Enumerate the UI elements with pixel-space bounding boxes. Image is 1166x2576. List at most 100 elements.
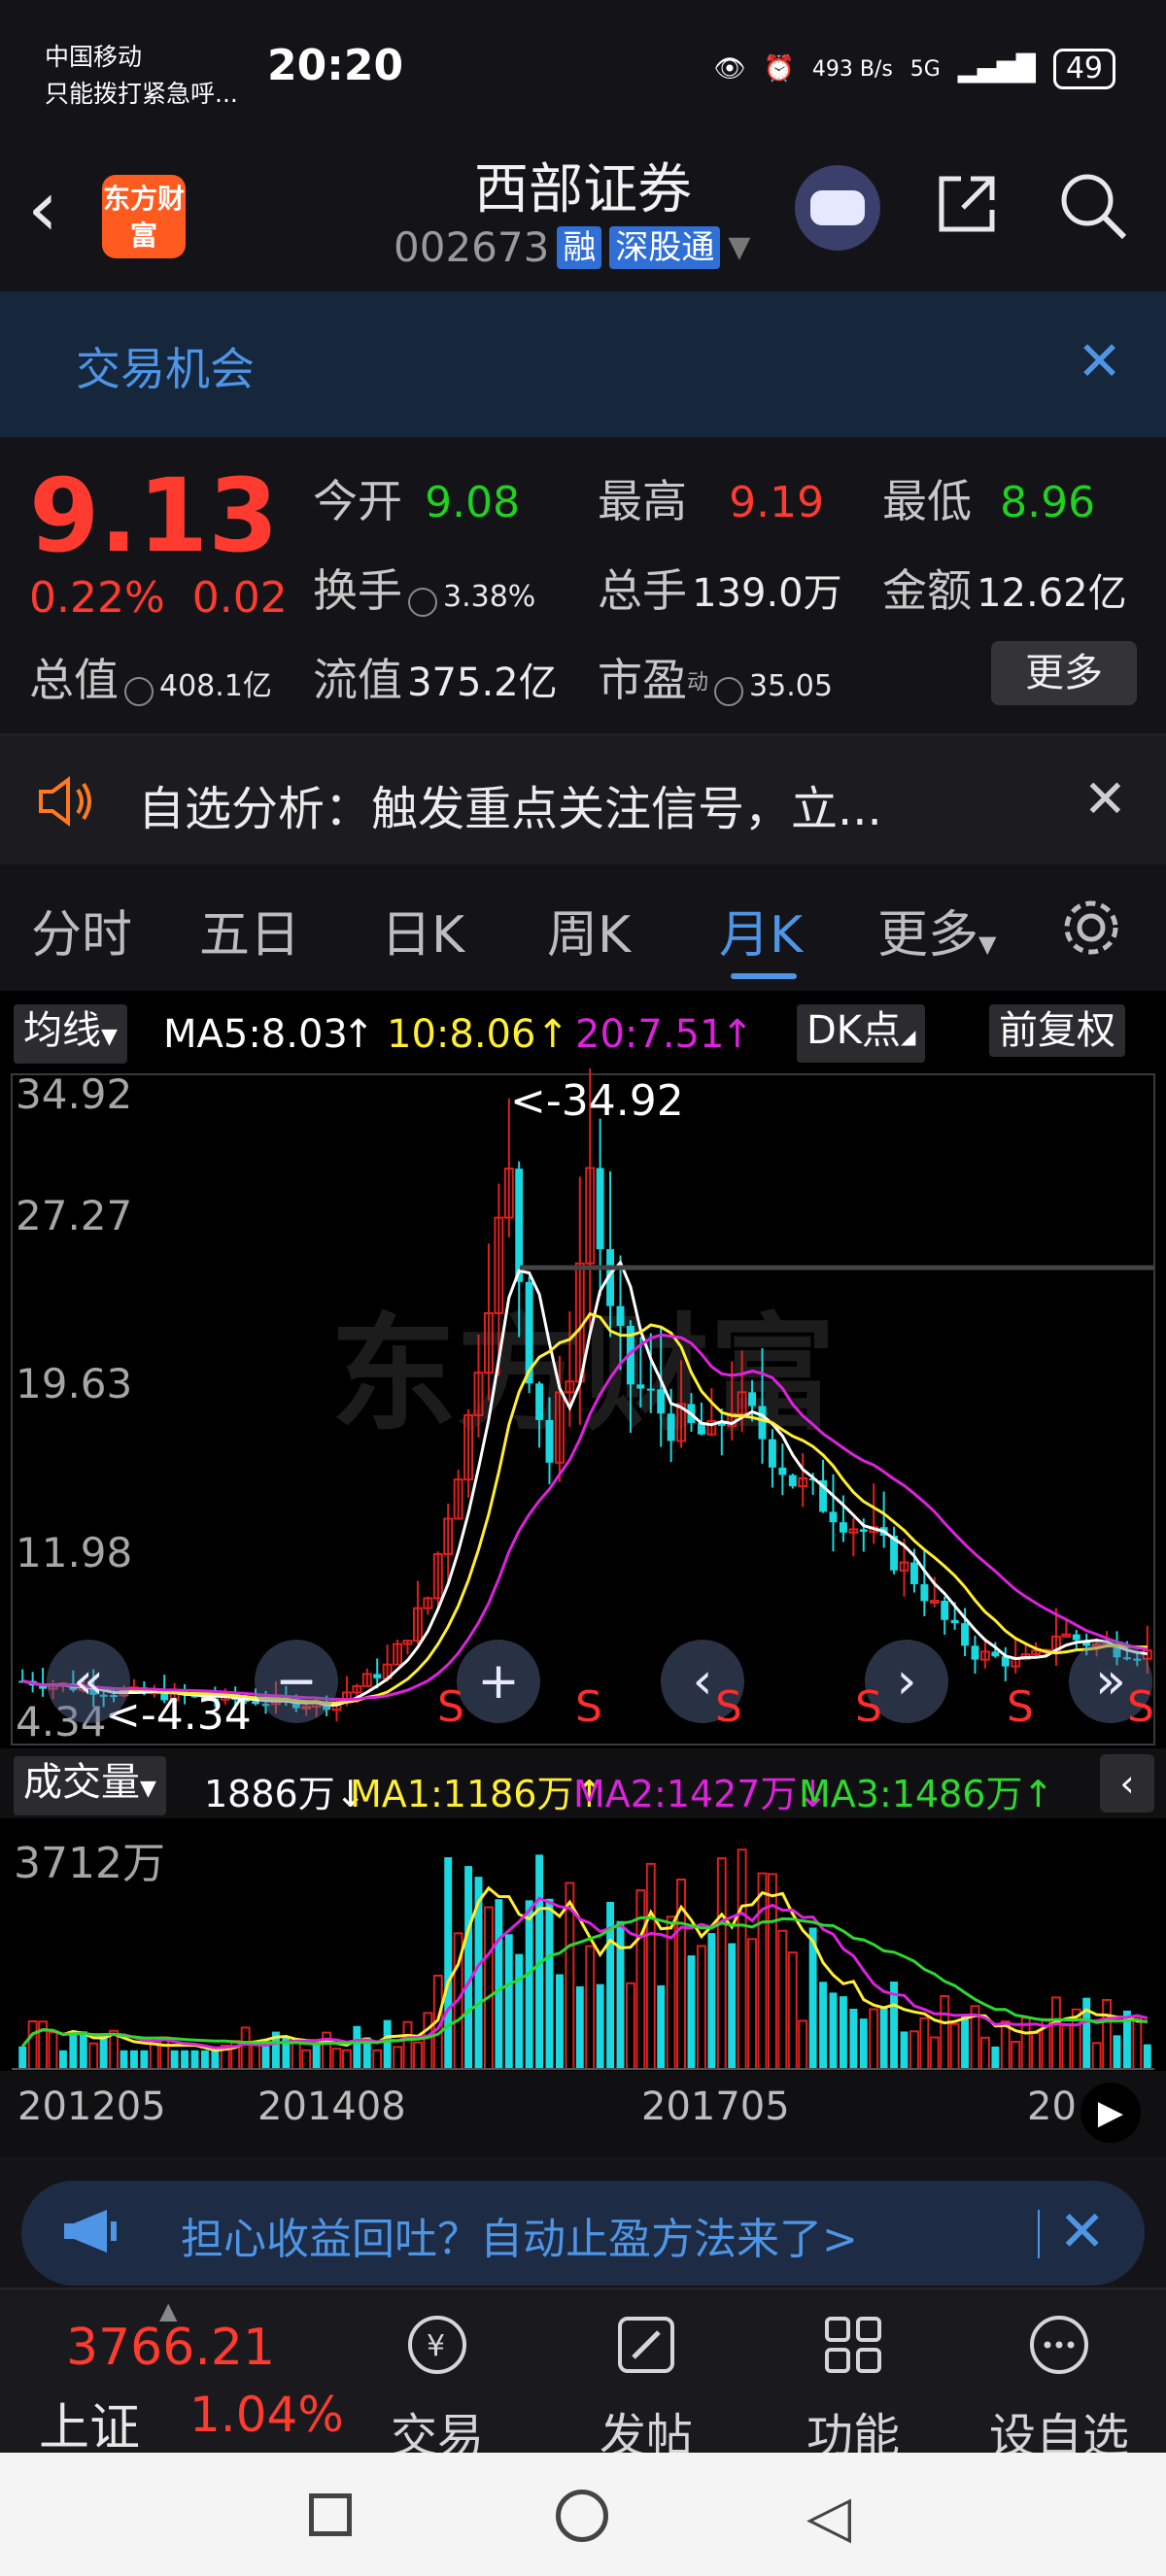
volume-bar — [301, 2049, 312, 2071]
volume-bar — [240, 2026, 251, 2070]
volume-bar — [383, 2019, 392, 2069]
index-value[interactable]: 3766.21 — [66, 2319, 275, 2377]
collapse-left-icon[interactable]: ‹ — [1100, 1754, 1154, 1813]
net-speed: 493 B/s — [811, 56, 893, 82]
volume-bar — [798, 2019, 808, 2071]
volume-bar — [879, 2006, 888, 2069]
volume-bar — [58, 2050, 67, 2069]
volume-bar — [979, 2036, 990, 2070]
volume-dropdown[interactable]: 成交量▼ — [14, 1756, 166, 1815]
volume-bar — [423, 2012, 433, 2070]
analysis-alert[interactable]: 自选分析：触发重点关注信号，立... ✕ — [0, 733, 1166, 866]
nav-add-watchlist[interactable]: 设自选 — [962, 2311, 1156, 2465]
volume-bar — [200, 2050, 209, 2069]
signal-mark: S — [1007, 1682, 1034, 1732]
volume-bar — [616, 1920, 625, 2069]
volume-bar — [575, 1985, 584, 2069]
vol-ma3: MA3:1486万↑ — [799, 1773, 1054, 1815]
alert-text: 自选分析：触发重点关注信号，立... — [138, 782, 882, 836]
candle-body — [616, 1305, 625, 1326]
zoom-out-icon[interactable]: − — [255, 1640, 338, 1723]
back-icon[interactable]: ◁ — [806, 2488, 851, 2546]
signal-mark: S — [575, 1682, 602, 1732]
price-change: 0.22% 0.02 — [29, 573, 288, 623]
ma-type-dropdown[interactable]: 均线▼ — [14, 1004, 127, 1064]
zoom-in-icon[interactable]: + — [457, 1640, 540, 1723]
emergency-text: 只能拨打紧急呼... — [45, 80, 238, 108]
volume-bar — [657, 1984, 666, 2069]
open-label: 今开 — [313, 475, 402, 527]
volume-bar — [909, 2030, 919, 2070]
volume-bar — [1143, 2044, 1151, 2069]
carrier-name: 中国移动 — [45, 43, 143, 71]
fast-rewind-icon[interactable]: « — [47, 1640, 130, 1723]
pe-sup: 动 — [687, 670, 709, 695]
ma20-value: 20:7.51 — [575, 1012, 725, 1057]
current-price: 9.13 — [29, 457, 279, 575]
kline-chart-area[interactable]: 均线▼ MA5:8.03 ↑ 10:8.06 ↑ 20:7.51 ↑ DK点◢ … — [0, 991, 1166, 2156]
pe-value: 35.05 — [749, 669, 833, 703]
high-value: 9.19 — [729, 478, 825, 527]
nav-functions[interactable]: 功能 — [756, 2311, 950, 2465]
settings-gear-icon[interactable] — [1057, 894, 1125, 966]
quote-panel: 9.13 0.22% 0.02 今开 9.08 最高 9.19 最低 8.96 … — [0, 437, 1166, 733]
candlestick-chart[interactable]: 东方财富 <-34.92 <-4.34 — [0, 1068, 1166, 1748]
dk-point-dropdown[interactable]: DK点◢ — [797, 1004, 926, 1063]
high-label: 最高 — [598, 475, 687, 527]
close-icon[interactable]: ✕ — [1077, 330, 1122, 393]
assistant-avatar[interactable] — [795, 165, 880, 251]
volume-bar — [949, 2022, 960, 2070]
pe-field[interactable]: 市盈动 35.05 — [598, 645, 833, 709]
volume-bar — [940, 1994, 950, 2070]
search-icon[interactable] — [1054, 169, 1132, 247]
volume-bar — [504, 1934, 513, 2069]
volume-bar — [120, 2050, 128, 2069]
nav-trade[interactable]: ¥ 交易 — [340, 2311, 534, 2465]
trade-icon: ¥ — [340, 2311, 534, 2397]
total-value: 408.1亿 — [159, 669, 272, 703]
total-value-field[interactable]: 总值 408.1亿 — [29, 645, 272, 709]
adjust-button[interactable]: 前复权 — [989, 1004, 1125, 1057]
stock-code-row[interactable]: 002673 融 深股通 ▼ — [394, 223, 750, 271]
ma-legend-row: 均线▼ MA5:8.03 ↑ 10:8.06 ↑ 20:7.51 ↑ DK点◢ … — [0, 999, 1166, 1064]
chevron-down-icon: ▼ — [978, 931, 997, 958]
turnover-value: 3.38% — [443, 580, 536, 614]
volume-bar — [129, 2050, 138, 2069]
svg-text:¥: ¥ — [427, 2329, 445, 2363]
candle-body — [920, 1583, 929, 1602]
nav-post[interactable]: 发帖 — [549, 2311, 743, 2465]
volume-bar — [839, 1996, 847, 2069]
y-tick-2: 27.27 — [16, 1192, 133, 1239]
x-tick-1: 201205 — [17, 2085, 166, 2129]
tab-monthly[interactable]: 月K — [719, 894, 803, 966]
candle-body — [991, 1651, 1000, 1657]
tab-intraday[interactable]: 分时 — [31, 894, 132, 966]
volume-bar — [88, 2042, 99, 2071]
tab-daily[interactable]: 日K — [381, 894, 464, 966]
tab-5day[interactable]: 五日 — [199, 894, 300, 966]
close-icon[interactable]: ✕ — [1083, 768, 1127, 830]
info-icon — [408, 587, 437, 617]
recent-apps-icon[interactable] — [309, 2493, 352, 2536]
home-icon[interactable] — [556, 2490, 608, 2542]
more-dots-icon — [962, 2311, 1156, 2397]
volume-bar — [483, 1906, 494, 2070]
turnover-field[interactable]: 换手 3.38% — [313, 556, 535, 620]
play-forward-icon[interactable]: ▶ — [1080, 2083, 1141, 2143]
volume-bar — [1113, 2035, 1121, 2069]
index-pct[interactable]: 1.04% — [189, 2387, 344, 2443]
volume-bar — [353, 2025, 361, 2069]
tab-more[interactable]: 更多▼ — [877, 894, 996, 966]
volume-chart[interactable] — [0, 1818, 1166, 2071]
total-value-label: 总值 — [29, 654, 119, 706]
promo-bar[interactable]: 担心收益回吐？自动止盈方法来了> ✕ — [21, 2181, 1145, 2286]
trade-opportunity-banner[interactable]: 交易机会 ✕ — [0, 291, 1166, 437]
high-field: 最高 9.19 — [598, 466, 824, 530]
share-icon[interactable] — [928, 169, 1006, 247]
system-nav-bar: ◁ — [0, 2453, 1166, 2576]
close-icon[interactable]: ✕ — [1058, 2198, 1106, 2264]
candle-body — [1072, 1634, 1080, 1641]
more-button[interactable]: 更多 — [991, 641, 1137, 705]
tab-weekly[interactable]: 周K — [547, 894, 631, 966]
index-name[interactable]: 上证 — [39, 2387, 140, 2459]
